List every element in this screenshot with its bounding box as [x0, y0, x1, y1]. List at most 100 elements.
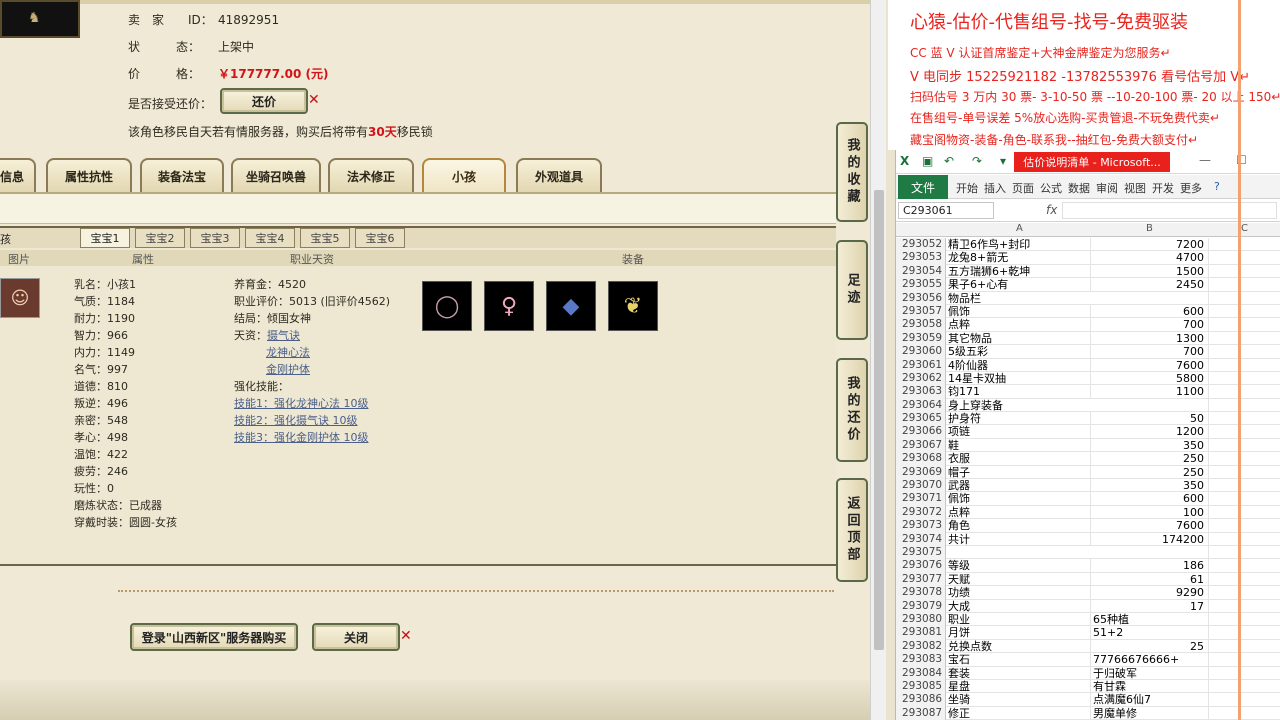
row-number[interactable]: 293063 [896, 385, 946, 399]
cell-c[interactable] [1208, 264, 1280, 279]
cell-a[interactable]: 物品栏 [948, 292, 1090, 305]
cell-c[interactable] [1208, 331, 1280, 346]
cell-c[interactable] [1208, 412, 1280, 426]
table-row[interactable]: 293084 套装 于归破军 [896, 666, 1280, 680]
row-number[interactable]: 293082 [896, 639, 946, 654]
row-number[interactable]: 293069 [896, 465, 946, 480]
cell-b[interactable]: 男魔单修 [1090, 706, 1208, 720]
talent-link-1[interactable]: 摄气诀 [267, 329, 300, 342]
cell-c[interactable] [1208, 304, 1280, 319]
row-number[interactable]: 293078 [896, 586, 946, 600]
cell-a[interactable]: 套装 [948, 667, 1090, 680]
table-row[interactable]: 293064 身上穿装备 [896, 398, 1280, 413]
cell-b[interactable]: 51+2 [1090, 626, 1208, 640]
cell-a[interactable]: 坐骑 [948, 693, 1090, 706]
cell-b[interactable]: 2450 [1090, 278, 1208, 292]
table-row[interactable]: 293074 共计 174200 [896, 532, 1280, 546]
cell-b[interactable]: 有甘霖 [1090, 679, 1208, 694]
ribbon-tab-view[interactable]: 视图 [1124, 180, 1146, 196]
cell-c[interactable] [1208, 278, 1280, 292]
table-row[interactable]: 293057 佩饰 600 [896, 304, 1280, 319]
cell-c[interactable] [1208, 385, 1280, 399]
row-number[interactable]: 293058 [896, 318, 946, 332]
tab-info[interactable]: 信息 [0, 158, 36, 192]
row-number[interactable]: 293086 [896, 693, 946, 707]
sheet-grid[interactable]: 293052 精卫6作鸟+封印 7200 293053 龙兔8+箭无 4700 293054… [896, 238, 1280, 720]
pet-tab-3[interactable]: 宝宝3 [190, 228, 240, 248]
cell-c[interactable] [1208, 559, 1280, 573]
pet-tab-6[interactable]: 宝宝6 [355, 228, 405, 248]
cell-b[interactable]: 65种植 [1090, 612, 1208, 627]
table-row[interactable]: 293063 钧171 1100 [896, 385, 1280, 399]
cell-c[interactable] [1208, 398, 1280, 413]
row-number[interactable]: 293081 [896, 626, 946, 640]
row-number[interactable]: 293052 [896, 238, 946, 252]
cell-c[interactable] [1208, 706, 1280, 720]
cell-c[interactable] [1208, 626, 1280, 640]
tab-spells[interactable]: 法术修正 [328, 158, 414, 192]
table-row[interactable]: 293059 其它物品 1300 [896, 331, 1280, 346]
cell-b[interactable]: 17 [1090, 599, 1208, 613]
table-row[interactable]: 293079 大成 17 [896, 599, 1280, 613]
row-number[interactable]: 293074 [896, 532, 946, 546]
row-number[interactable]: 293066 [896, 425, 946, 439]
table-row[interactable]: 293067 鞋 350 [896, 438, 1280, 453]
cell-b[interactable]: 7600 [1090, 358, 1208, 372]
row-number[interactable]: 293054 [896, 264, 946, 279]
tab-equipment[interactable]: 装备法宝 [140, 158, 224, 192]
cell-a[interactable]: 武器 [948, 479, 1090, 492]
ribbon-tab-layout[interactable]: 页面 [1012, 180, 1034, 196]
table-row[interactable]: 293069 帽子 250 [896, 465, 1280, 480]
cell-b[interactable]: 1300 [1090, 331, 1208, 346]
table-row[interactable]: 293081 月饼 51+2 [896, 626, 1280, 640]
cell-c[interactable] [1208, 492, 1280, 506]
table-row[interactable]: 293080 职业 65种植 [896, 612, 1280, 627]
cell-c[interactable] [1208, 693, 1280, 707]
cell-b[interactable]: 点满魔6仙7 [1090, 693, 1208, 707]
cell-c[interactable] [1208, 666, 1280, 680]
cell-b[interactable]: 600 [1090, 492, 1208, 506]
enhance-skill-1[interactable]: 技能1：强化龙神心法 10级 [234, 397, 369, 410]
cell-b[interactable]: 于归破军 [1090, 666, 1208, 680]
ribbon-file-tab[interactable]: 文件 [898, 175, 948, 199]
cell-c[interactable] [1208, 519, 1280, 533]
tab-attributes[interactable]: 属性抗性 [46, 158, 132, 192]
fx-icon[interactable]: fx [1046, 203, 1057, 217]
cell-c[interactable] [1208, 586, 1280, 600]
row-number[interactable]: 293059 [896, 331, 946, 346]
cell-a[interactable]: 4阶仙器 [948, 359, 1090, 372]
cell-b[interactable]: 700 [1090, 318, 1208, 332]
row-number[interactable]: 293079 [896, 599, 946, 613]
pet-tab-2[interactable]: 宝宝2 [135, 228, 185, 248]
row-number[interactable]: 293087 [896, 706, 946, 720]
table-row[interactable]: 293060 5级五彩 700 [896, 345, 1280, 359]
cell-c[interactable] [1208, 358, 1280, 372]
row-number[interactable]: 293067 [896, 438, 946, 453]
back-to-top-button[interactable]: 返回顶部 [836, 478, 868, 582]
cell-a[interactable]: 护身符 [948, 412, 1090, 425]
table-row[interactable]: 293072 点粹 100 [896, 505, 1280, 520]
cell-c[interactable] [1208, 371, 1280, 386]
cell-a[interactable]: 佩饰 [948, 305, 1090, 318]
cell-c[interactable] [1208, 318, 1280, 332]
cell-c[interactable] [1208, 238, 1280, 252]
talent-link-2[interactable]: 龙神心法 [266, 346, 310, 359]
row-number[interactable]: 293070 [896, 479, 946, 493]
cell-b[interactable]: 5800 [1090, 371, 1208, 386]
cell-a[interactable]: 点粹 [948, 506, 1090, 519]
cell-a[interactable]: 天赋 [948, 573, 1090, 586]
table-row[interactable]: 293065 护身符 50 [896, 412, 1280, 426]
cell-b[interactable]: 9290 [1090, 586, 1208, 600]
cell-c[interactable] [1208, 452, 1280, 466]
ribbon-tab-review[interactable]: 审阅 [1096, 180, 1118, 196]
table-row[interactable]: 293078 功绩 9290 [896, 586, 1280, 600]
cell-a[interactable]: 其它物品 [948, 332, 1090, 345]
cell-b[interactable]: 7200 [1090, 238, 1208, 252]
book-icon[interactable]: ◆ [546, 281, 596, 331]
cell-c[interactable] [1208, 612, 1280, 627]
shoes-icon[interactable]: ❦ [608, 281, 658, 331]
table-row[interactable]: 293083 宝石 77766676666+ [896, 653, 1280, 667]
cell-c[interactable] [1208, 639, 1280, 654]
table-row[interactable]: 293068 衣服 250 [896, 452, 1280, 466]
table-row[interactable]: 293087 修正 男魔单修 [896, 706, 1280, 720]
